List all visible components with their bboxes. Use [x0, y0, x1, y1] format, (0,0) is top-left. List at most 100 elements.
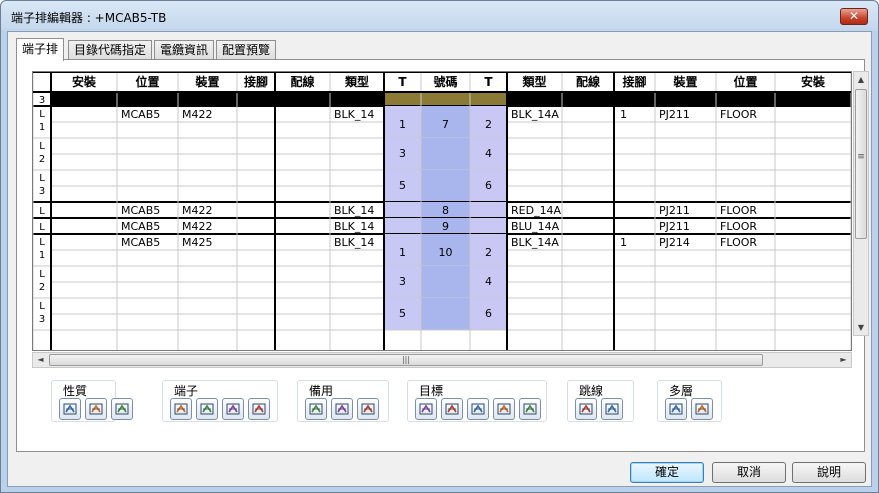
column-header: 安裝: [801, 74, 826, 89]
column-header: 裝置: [672, 74, 697, 89]
scroll-left-arrow-icon[interactable]: ◄: [33, 353, 48, 367]
right-type-cell: BLK_14A: [511, 236, 559, 249]
left-device-cell: M422: [182, 220, 213, 233]
jumper-edit-button[interactable]: [601, 398, 623, 420]
target-down-icon: [471, 403, 485, 415]
insert-terminal-button[interactable]: [222, 398, 244, 420]
spare-add-button[interactable]: [305, 398, 327, 420]
ok-button[interactable]: 確定: [630, 462, 704, 483]
column-header: 配線: [290, 74, 314, 89]
column-header: 安裝: [72, 74, 97, 89]
spare-move-button[interactable]: [357, 398, 379, 420]
spare-remove-button[interactable]: [331, 398, 353, 420]
copy-properties-icon: [89, 403, 103, 415]
row-marker: 1: [39, 122, 45, 133]
terminal-row[interactable]: [51, 298, 851, 330]
terminal-t-left-cell: 5: [399, 307, 406, 320]
terminal-row[interactable]: [33, 92, 851, 106]
vertical-scroll-thumb[interactable]: ≡: [855, 89, 867, 239]
tab-layout-preview[interactable]: 配置預覽: [216, 40, 277, 60]
target-down-button[interactable]: [467, 398, 489, 420]
row-marker: 1: [39, 250, 45, 261]
column-header: T: [484, 75, 493, 89]
toolbar-group-label: 備用: [307, 382, 336, 399]
dialog-body: 端子排 目錄代碼指定 電纜資訊 配置預覽 安裝 位置 裝置 接腳 配線 類型 T 號碼 T 類型 配…: [7, 31, 872, 487]
row-marker: 3: [39, 314, 45, 325]
target-link-button[interactable]: [519, 398, 541, 420]
left-device-cell: M425: [182, 236, 213, 249]
terminal-t-right-cell: 2: [485, 246, 492, 259]
row-marker: 3: [39, 95, 45, 106]
copy-properties-button[interactable]: [85, 398, 107, 420]
column-header: 類型: [521, 74, 546, 89]
right-location-cell: FLOOR: [720, 220, 757, 233]
column-header: 配線: [576, 74, 600, 89]
target-up-button[interactable]: [441, 398, 463, 420]
column-header: 接腳: [622, 74, 646, 89]
row-marker: L: [39, 109, 45, 120]
rotate-terminal-button[interactable]: [196, 398, 218, 420]
left-device-cell: M422: [182, 204, 213, 217]
column-header: 位置: [135, 74, 159, 89]
spare-add-icon: [309, 403, 323, 415]
tab-cable-info[interactable]: 電纜資訊: [154, 40, 215, 60]
title-bar: 端子排編輯器 : +MCAB5-TB ✕: [1, 1, 878, 31]
jumper-add-button[interactable]: [575, 398, 597, 420]
move-terminal-icon: [252, 403, 266, 415]
horizontal-scroll-thumb[interactable]: |||: [49, 354, 763, 366]
close-button[interactable]: ✕: [840, 8, 868, 25]
jumper-edit-icon: [605, 403, 619, 415]
column-header: 類型: [344, 74, 369, 89]
terminal-row[interactable]: [51, 138, 851, 170]
tab-terminal-strip[interactable]: 端子排: [16, 38, 65, 61]
layer-merge-button[interactable]: [691, 398, 713, 420]
spare-move-icon: [361, 403, 375, 415]
move-terminal-button[interactable]: [248, 398, 270, 420]
scroll-down-arrow-icon[interactable]: ▼: [854, 320, 868, 335]
terminal-t-left-cell: 3: [399, 147, 406, 160]
scroll-up-arrow-icon[interactable]: ▲: [854, 72, 868, 87]
row-marker: 2: [39, 154, 45, 165]
layer-split-button[interactable]: [665, 398, 687, 420]
target-last-button[interactable]: [493, 398, 515, 420]
edit-properties-button[interactable]: [59, 398, 81, 420]
terminal-t-left-cell: 5: [399, 179, 406, 192]
right-device-cell: PJ211: [659, 204, 690, 217]
row-marker: L: [39, 222, 45, 233]
rotate-terminal-icon: [200, 403, 214, 415]
cancel-button[interactable]: 取消: [712, 462, 786, 483]
toolbar-group-label: 性質: [61, 382, 90, 399]
right-pin-cell: 1: [620, 108, 627, 121]
terminal-grid[interactable]: 安裝 位置 裝置 接腳 配線 類型 T 號碼 T 類型 配線 接腳 裝置 位置 安裝 3 L 1 MCAB5 M422…: [32, 71, 852, 351]
tab-catalog-code[interactable]: 目錄代碼指定: [68, 40, 153, 60]
right-location-cell: FLOOR: [720, 108, 757, 121]
terminal-row[interactable]: [51, 170, 851, 202]
right-location-cell: FLOOR: [720, 236, 757, 249]
terminal-row[interactable]: [51, 266, 851, 298]
column-header: 接腳: [244, 74, 268, 89]
toolbar-group-label: 目標: [417, 382, 446, 399]
left-device-cell: M422: [182, 108, 213, 121]
help-button[interactable]: 說明: [792, 462, 866, 483]
scroll-right-arrow-icon[interactable]: ►: [836, 353, 851, 367]
edit-terminal-icon: [174, 403, 188, 415]
row-marker: 2: [39, 282, 45, 293]
horizontal-scrollbar[interactable]: ◄ ||| ►: [32, 352, 852, 368]
column-header: T: [398, 75, 407, 89]
terminal-grid-canvas: 安裝 位置 裝置 接腳 配線 類型 T 號碼 T 類型 配線 接腳 裝置 位置 安裝 3 L 1 MCAB5 M422…: [33, 72, 851, 350]
target-link-icon: [523, 403, 537, 415]
right-type-cell: BLK_14A: [511, 108, 559, 121]
toolbar-group-label: 跳線: [577, 382, 606, 399]
column-header: 位置: [733, 74, 757, 89]
paste-properties-button[interactable]: [111, 398, 133, 420]
left-type-cell: BLK_14: [334, 108, 374, 121]
edit-terminal-button[interactable]: [170, 398, 192, 420]
target-first-button[interactable]: [415, 398, 437, 420]
terminal-t-right-cell: 6: [485, 179, 492, 192]
left-location-cell: MCAB5: [121, 108, 160, 121]
terminal-t-right-cell: 6: [485, 307, 492, 320]
layer-merge-icon: [695, 403, 709, 415]
layer-split-icon: [669, 403, 683, 415]
vertical-scrollbar[interactable]: ▲ ≡ ▼: [853, 71, 869, 336]
target-first-icon: [419, 403, 433, 415]
